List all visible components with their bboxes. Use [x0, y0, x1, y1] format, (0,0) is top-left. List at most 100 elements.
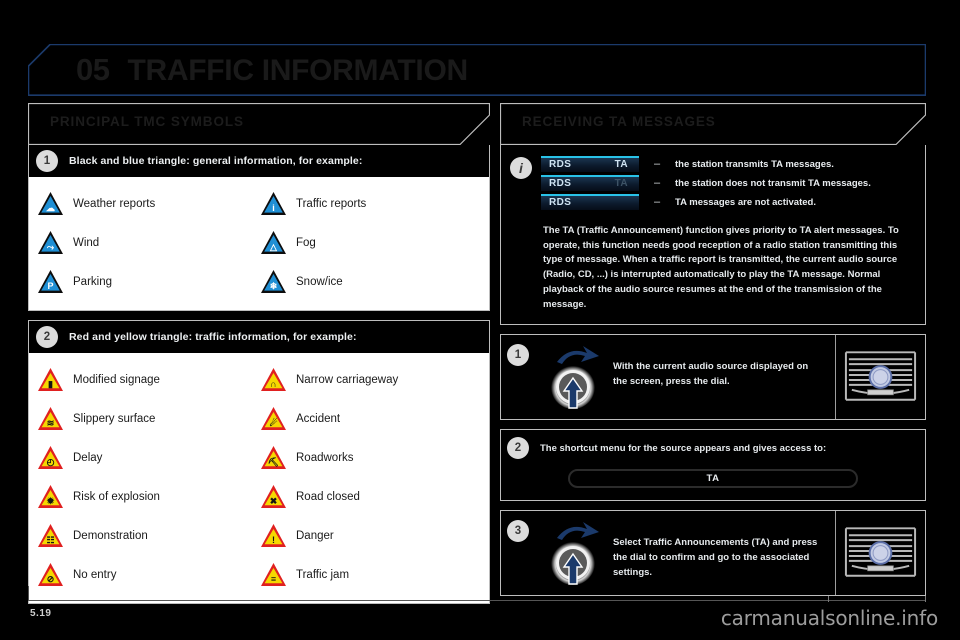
symbol-item-label: Traffic reports: [296, 197, 367, 210]
step-1-text: With the current audio source displayed …: [613, 361, 809, 388]
footer-tick-left: [828, 596, 829, 602]
symbol-grid-2: ▮ Modified signage ∩ Narrow carriageway ≋ Sli…: [29, 353, 489, 603]
manual-page: 05 TRAFFIC INFORMATION PRINCIPAL TMC SYM…: [0, 0, 960, 640]
rds-state-row: RDS TA – the station transmits TA messages.: [541, 156, 917, 172]
step-panel-2: 2 The shortcut menu for the source appea…: [500, 429, 926, 502]
symbol-item-label: Roadworks: [296, 451, 354, 464]
symbol-item-label: Narrow carriageway: [296, 373, 399, 386]
press-dial-icon-svg: [551, 346, 599, 410]
chapter-banner: 05 TRAFFIC INFORMATION: [28, 44, 926, 96]
step-3-badge-col: 3: [507, 518, 537, 543]
press-dial-icon: [537, 342, 613, 412]
symbol-item-label: Weather reports: [73, 197, 156, 210]
symbol-item: P Parking: [37, 263, 260, 300]
rds-status-chip: RDS TA: [541, 175, 639, 191]
symbol-item: ⤳ Wind: [37, 224, 260, 261]
road-closed-triangle-icon: ✖: [260, 484, 287, 509]
no-entry-triangle-icon: ⊘: [37, 562, 64, 587]
symbol-item-label: Accident: [296, 412, 341, 425]
step-1-badge-col: 1: [507, 342, 537, 367]
symbol-item-label: Modified signage: [73, 373, 160, 386]
rds-label: RDS: [549, 159, 572, 170]
page-number: 5.19: [30, 608, 52, 619]
rds-state-description: TA messages are not activated.: [675, 196, 816, 208]
step-badge-1-right: 1: [507, 344, 529, 367]
watermark: carmanualsonline.info: [720, 606, 938, 630]
symbol-item: ☄ Accident: [260, 400, 483, 437]
symbol-item-label: No entry: [73, 568, 117, 581]
step-panel-1: 1 With the current audio source displaye…: [500, 334, 926, 421]
step-badge-2: 2: [36, 326, 58, 348]
ta-label: TA: [614, 159, 628, 170]
step-badge-3-right: 3: [507, 520, 529, 543]
info-triangle-icon: i: [260, 191, 287, 216]
step-3-radio-image: [835, 511, 925, 596]
rds-label: RDS: [549, 197, 572, 208]
symbol-item-label: Wind: [73, 236, 100, 249]
ta-info-panel: i RDS TA – the station transmits TA message…: [500, 145, 926, 326]
symbol-item: ☷ Demonstration: [37, 517, 260, 554]
ta-label: TA: [614, 178, 628, 189]
rds-state-description: the station does not transmit TA message…: [675, 177, 871, 189]
chapter-number: 05: [76, 52, 110, 87]
snow-triangle-icon: ❄: [260, 269, 287, 294]
traffic-light-triangle-icon: ▮: [37, 367, 64, 392]
danger-triangle-icon: !: [260, 523, 287, 548]
symbol-item-label: Fog: [296, 236, 316, 249]
section-title-right: RECEIVING TA MESSAGES: [522, 114, 716, 129]
rds-label: RDS: [549, 178, 572, 189]
symbol-item-label: Demonstration: [73, 529, 148, 542]
step-3-main: 3 Select Traffic Announcements (TA) and …: [501, 511, 835, 595]
ta-menu-item[interactable]: TA: [568, 469, 858, 489]
symbol-group-1: 1 Black and blue triangle: general infor…: [28, 145, 490, 311]
step-3-text: Select Traffic Announcements (TA) and pr…: [613, 537, 818, 578]
symbol-group-2: 2 Red and yellow triangle: traffic infor…: [28, 320, 490, 604]
step-badge-2-right: 2: [507, 437, 529, 460]
left-column: PRINCIPAL TMC SYMBOLS 1 Black and blue t…: [28, 103, 490, 604]
radio-faceplate-icon: [841, 524, 920, 582]
symbol-item: i Traffic reports: [260, 185, 483, 222]
wind-triangle-icon: ⤳: [37, 230, 64, 255]
explosion-triangle-icon: ✹: [37, 484, 64, 509]
fog-triangle-icon: △: [260, 230, 287, 255]
symbol-item-label: Snow/ice: [296, 275, 343, 288]
symbol-item: ⛏ Roadworks: [260, 439, 483, 476]
symbol-item: ∩ Narrow carriageway: [260, 361, 483, 398]
symbol-group-2-heading: Red and yellow triangle: traffic informa…: [69, 331, 357, 343]
right-column: RECEIVING TA MESSAGES i RDS TA – the statio…: [500, 103, 926, 597]
symbol-item: ≡ Traffic jam: [260, 556, 483, 593]
radio-faceplate-icon: [841, 348, 920, 406]
symbol-item: ▮ Modified signage: [37, 361, 260, 398]
list-dash: –: [653, 196, 661, 208]
symbol-group-2-header: 2 Red and yellow triangle: traffic infor…: [29, 321, 489, 353]
step-2-text: The shortcut menu for the source appears…: [540, 442, 827, 454]
footer-rule-corner: [28, 586, 29, 601]
rds-states-block: i RDS TA – the station transmits TA message…: [501, 145, 925, 216]
symbol-item-label: Delay: [73, 451, 103, 464]
press-dial-icon: [537, 518, 613, 588]
symbol-item-label: Road closed: [296, 490, 360, 503]
demonstration-triangle-icon: ☷: [37, 523, 64, 548]
rds-state-row: RDS TA – the station does not transmit TA m…: [541, 175, 917, 191]
step-1-radio-image: [835, 335, 925, 420]
symbol-item-label: Slippery surface: [73, 412, 156, 425]
chapter-title: TRAFFIC INFORMATION: [127, 54, 468, 87]
symbol-item: ❄ Snow/ice: [260, 263, 483, 300]
symbol-grid-1: ☁ Weather reports i Traffic reports ⤳ Wind △ Fo…: [29, 177, 489, 310]
slippery-triangle-icon: ≋: [37, 406, 64, 431]
symbol-item: ≋ Slippery surface: [37, 400, 260, 437]
step-badge-1: 1: [36, 150, 58, 172]
list-dash: –: [653, 158, 661, 170]
symbol-item: ◴ Delay: [37, 439, 260, 476]
symbol-item: ✖ Road closed: [260, 478, 483, 515]
delay-triangle-icon: ◴: [37, 445, 64, 470]
traffic-jam-triangle-icon: ≡: [260, 562, 287, 587]
symbol-item: ☁ Weather reports: [37, 185, 260, 222]
symbol-group-1-header: 1 Black and blue triangle: general infor…: [29, 145, 489, 177]
rds-states-list: RDS TA – the station transmits TA messages.…: [541, 156, 917, 210]
ta-description-paragraph: The TA (Traffic Announcement) function g…: [543, 225, 899, 310]
section-banner-receiving-ta-messages: RECEIVING TA MESSAGES: [500, 103, 926, 145]
rds-state-description: the station transmits TA messages.: [675, 158, 834, 170]
symbol-item: △ Fog: [260, 224, 483, 261]
rds-status-chip: RDS: [541, 194, 639, 210]
